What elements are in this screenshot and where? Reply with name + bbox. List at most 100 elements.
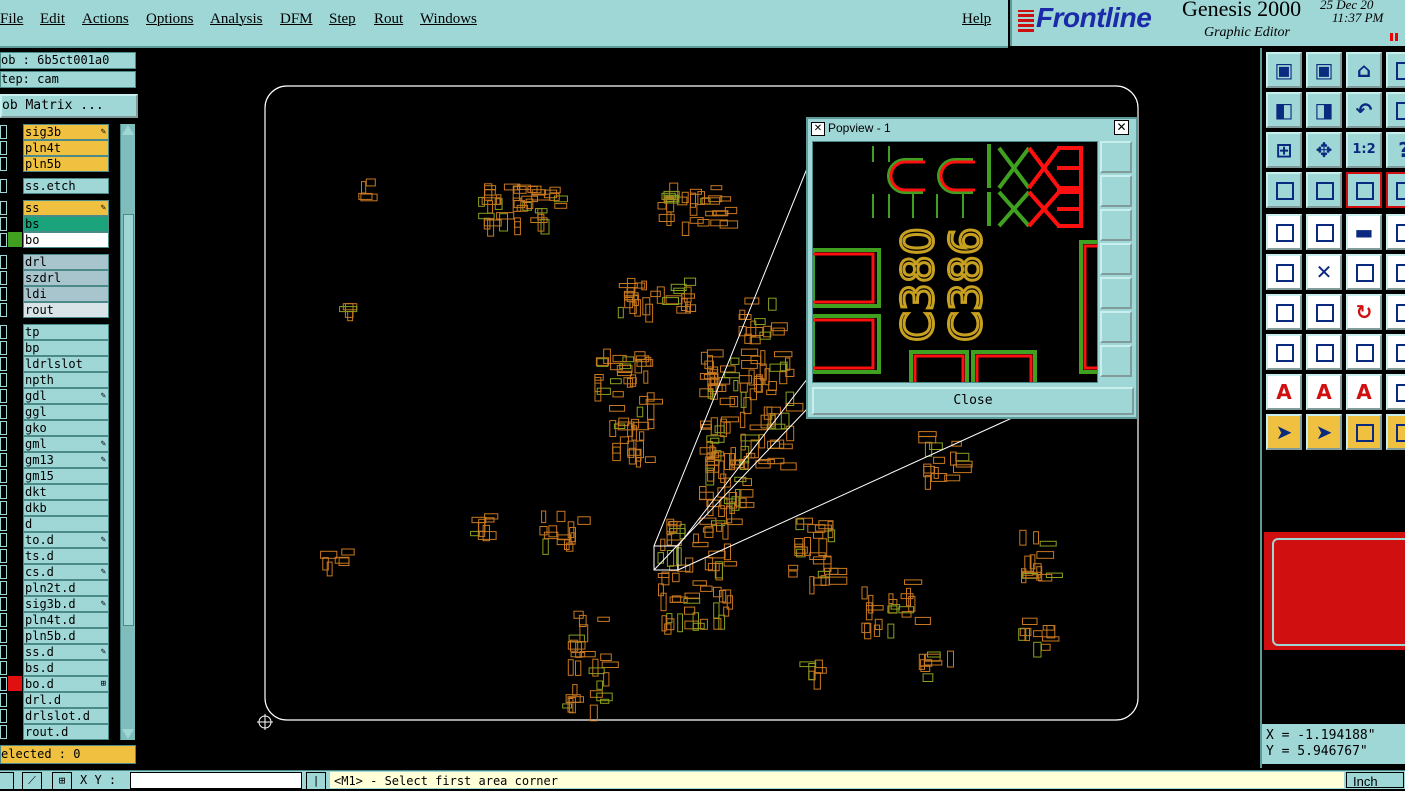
resize-icon[interactable]: [1266, 334, 1302, 370]
menu-edit[interactable]: Edit: [40, 11, 65, 28]
layer-name[interactable]: ss.etch: [23, 178, 109, 194]
layer-row[interactable]: ldi: [0, 286, 116, 302]
layer-checkbox[interactable]: [0, 517, 7, 531]
layer-checkbox[interactable]: [0, 677, 7, 691]
layer-checkbox[interactable]: [0, 217, 7, 231]
layer-row[interactable]: dkb: [0, 500, 116, 516]
layer-name[interactable]: to.d ✎: [23, 532, 109, 548]
pv-zoom-out-icon[interactable]: [1100, 345, 1132, 377]
layer-row[interactable]: ss.d ✎: [0, 644, 116, 660]
layer-row[interactable]: d: [0, 516, 116, 532]
layer-checkbox[interactable]: [0, 125, 7, 139]
pv-pan-right-icon[interactable]: [1100, 277, 1132, 309]
layer-row[interactable]: sig3b.d ✎: [0, 596, 116, 612]
layer-row[interactable]: bs: [0, 216, 116, 232]
layer-name[interactable]: sig3b ✎: [23, 124, 109, 140]
xy-input[interactable]: [130, 772, 302, 789]
layer-name[interactable]: drl: [23, 254, 109, 270]
layer-checkbox[interactable]: [0, 157, 7, 171]
layer-name[interactable]: sig3b.d ✎: [23, 596, 109, 612]
layer-row[interactable]: ss.etch: [0, 178, 116, 194]
layer-name[interactable]: npth: [23, 372, 109, 388]
layer-name[interactable]: pln4t: [23, 140, 109, 156]
layer-color-swatch[interactable]: [8, 516, 22, 531]
layer-row[interactable]: rout.d: [0, 724, 116, 740]
layer-color-swatch[interactable]: [8, 200, 22, 215]
select-surface-icon[interactable]: [1346, 414, 1382, 450]
layer-name[interactable]: drl.d: [23, 692, 109, 708]
prompt-toggle-icon[interactable]: |: [306, 772, 326, 790]
add-line-icon[interactable]: [1306, 214, 1342, 250]
layer-name[interactable]: tp: [23, 324, 109, 340]
layer-name[interactable]: bo.d ⊞: [23, 676, 109, 692]
text-a-icon[interactable]: A: [1266, 374, 1302, 410]
layer-name[interactable]: pln5b.d: [23, 628, 109, 644]
layer-color-swatch[interactable]: [8, 420, 22, 435]
layer-row[interactable]: gml ✎: [0, 436, 116, 452]
scroll-thumb[interactable]: [123, 214, 134, 626]
window-menu-icon[interactable]: ✕: [811, 122, 825, 136]
pan-right-icon[interactable]: ◨: [1306, 92, 1342, 128]
zoom-home-icon[interactable]: ▣: [1266, 52, 1302, 88]
layer-name[interactable]: pln5b: [23, 156, 109, 172]
layer-checkbox[interactable]: [0, 709, 7, 723]
select-step-icon[interactable]: [1386, 414, 1405, 450]
overview-map[interactable]: [1264, 532, 1405, 650]
draw-line-icon[interactable]: [1266, 294, 1302, 330]
layer-name[interactable]: gm13 ✎: [23, 452, 109, 468]
layer-row[interactable]: cs.d ✎: [0, 564, 116, 580]
scroll-up-icon[interactable]: [122, 125, 134, 135]
menu-dfm[interactable]: DFM: [280, 11, 313, 28]
layer-color-swatch[interactable]: [8, 388, 22, 403]
pan-left-icon[interactable]: ◧: [1266, 92, 1302, 128]
layer-checkbox[interactable]: [0, 325, 7, 339]
layer-color-swatch[interactable]: [8, 612, 22, 627]
layer-scrollbar[interactable]: [120, 124, 135, 740]
layer-checkbox[interactable]: [0, 405, 7, 419]
layer-checkbox[interactable]: [0, 255, 7, 269]
layer-checkbox[interactable]: [0, 421, 7, 435]
layer-row[interactable]: sig3b ✎: [0, 124, 116, 140]
pv-pan-up-icon[interactable]: [1100, 175, 1132, 207]
measure-ruler-icon[interactable]: ▬: [1346, 214, 1382, 250]
layer-row[interactable]: gm13 ✎: [0, 452, 116, 468]
layer-checkbox[interactable]: [0, 533, 7, 547]
layer-stack-icon[interactable]: [1386, 172, 1405, 208]
move-feature-icon[interactable]: [1346, 254, 1382, 290]
menu-step[interactable]: Step: [329, 11, 356, 28]
scroll-down-icon[interactable]: [122, 729, 134, 739]
measure-icon[interactable]: ⟋: [22, 772, 42, 790]
menu-actions[interactable]: Actions: [82, 11, 129, 28]
layer-checkbox[interactable]: [0, 437, 7, 451]
layer-color-swatch[interactable]: [8, 548, 22, 563]
select-pointer-icon[interactable]: ➤: [1306, 414, 1342, 450]
layer-name[interactable]: bo: [23, 232, 109, 248]
layer-row[interactable]: bo.d ⊞: [0, 676, 116, 692]
layer-row[interactable]: drlslot.d: [0, 708, 116, 724]
layer-name[interactable]: gm15: [23, 468, 109, 484]
layer-name[interactable]: bp: [23, 340, 109, 356]
zoom-in-icon[interactable]: ⊞: [1266, 132, 1302, 168]
layer-color-swatch[interactable]: [8, 178, 22, 193]
layer-color-swatch[interactable]: [8, 468, 22, 483]
pv-zoom-in-icon[interactable]: [1100, 311, 1132, 343]
layer-color-swatch[interactable]: [8, 124, 22, 139]
layer-color-swatch[interactable]: [8, 372, 22, 387]
layer-name[interactable]: bs: [23, 216, 109, 232]
layer-checkbox[interactable]: [0, 453, 7, 467]
layer-color-swatch[interactable]: [8, 724, 22, 739]
layer-name[interactable]: cs.d ✎: [23, 564, 109, 580]
layer-name[interactable]: ggl: [23, 404, 109, 420]
layer-name[interactable]: d: [23, 516, 109, 532]
layer-color-swatch[interactable]: [8, 140, 22, 155]
layer-name[interactable]: gdl ✎: [23, 388, 109, 404]
layer-row[interactable]: ss ✎: [0, 200, 116, 216]
layer-color-swatch[interactable]: [8, 452, 22, 467]
layer-checkbox[interactable]: [0, 303, 7, 317]
snap-options-icon[interactable]: [1266, 172, 1302, 208]
layer-row[interactable]: dkt: [0, 484, 116, 500]
edit-pad-icon[interactable]: [1386, 334, 1405, 370]
layer-name[interactable]: drlslot.d: [23, 708, 109, 724]
layer-checkbox[interactable]: [0, 389, 7, 403]
layer-row[interactable]: tp: [0, 324, 116, 340]
